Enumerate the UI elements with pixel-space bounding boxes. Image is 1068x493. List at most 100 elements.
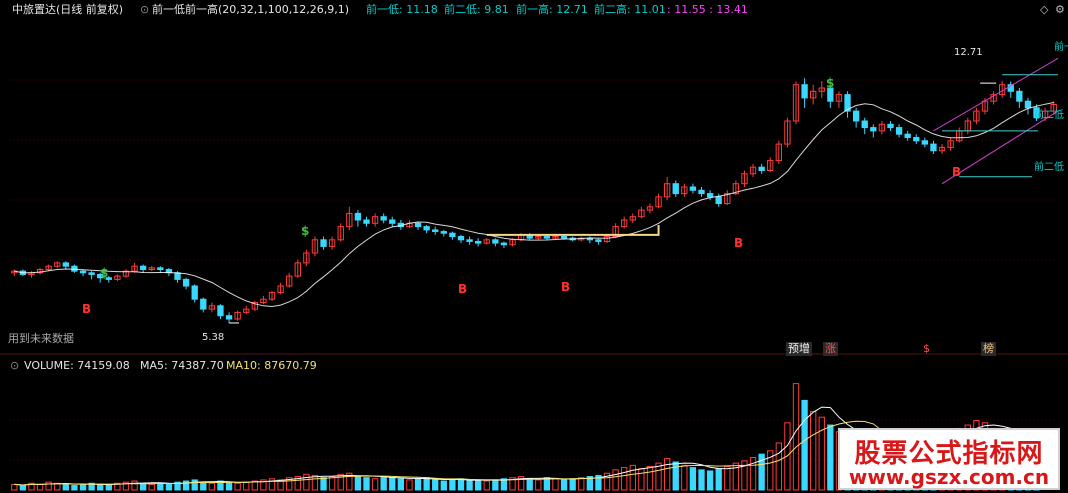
volume-bar (311, 474, 319, 491)
candle-body (217, 305, 224, 317)
volume-bar (689, 467, 697, 491)
volume-bar (578, 477, 585, 491)
volume-bar (810, 411, 817, 491)
candle-body (363, 219, 370, 224)
candle-body (157, 267, 164, 271)
ma10-value: MA10: 87670.79 (226, 359, 317, 372)
ma5-value: MA5: 74387.70 (140, 359, 224, 372)
volume-bar (629, 464, 636, 491)
volume-bar (612, 469, 619, 491)
volume-bar (560, 479, 568, 491)
candle-body (79, 270, 87, 274)
volume-bar (432, 479, 439, 491)
volume-bar (827, 424, 834, 491)
volume-bar (200, 481, 207, 491)
candle-body (930, 143, 937, 152)
volume-bar (663, 458, 671, 491)
volume-bar (698, 469, 705, 491)
volume-bar (225, 481, 233, 491)
candle-body (595, 239, 602, 242)
indicator-overlays (229, 57, 1059, 324)
volume-bar (552, 478, 559, 491)
price-chart[interactable] (0, 0, 1068, 493)
candle-body (543, 236, 551, 239)
volume-bar (36, 483, 44, 491)
candle-body (921, 140, 929, 145)
buy-signal: B (561, 280, 571, 294)
candle-body (904, 133, 911, 138)
candle-body (466, 239, 473, 242)
sell-signal: $ (301, 224, 310, 238)
volume-bar (715, 468, 722, 491)
candle-body (440, 231, 447, 234)
volume-bar (328, 476, 336, 491)
volume-bar (131, 480, 138, 491)
candle-body (139, 265, 147, 271)
volume-bar (371, 478, 379, 491)
volume-bar (157, 482, 164, 491)
volume-bar (792, 383, 800, 491)
candle-body (475, 240, 482, 244)
candle-body (706, 193, 714, 198)
candle-body (225, 315, 233, 320)
volume-bar (775, 442, 782, 491)
volume-header: ⊙ VOLUME: 74159.08 MA5: 74387.70 MA10: 8… (0, 357, 1068, 375)
volume-bar (466, 480, 473, 491)
volume-bar (62, 483, 69, 491)
candle-body (560, 236, 568, 239)
candle-body (380, 216, 387, 221)
future-data-label: 用到未来数据 (8, 332, 74, 345)
volume-bar (440, 480, 447, 491)
volume-bar (71, 485, 78, 491)
candle-body (432, 229, 439, 233)
volume-bar (139, 482, 147, 491)
volume-bar (724, 465, 731, 491)
event-badge-forecast[interactable]: 预增 (786, 342, 812, 356)
volume-bar (243, 481, 250, 491)
line-label-prev2-low-b: 前二低 (1034, 162, 1064, 173)
sell-signal: $ (100, 266, 109, 280)
watermark-url: www.gszx.com.cn (848, 465, 1050, 489)
event-badge-rise[interactable]: 涨 (823, 342, 838, 356)
candle-body (62, 262, 69, 267)
event-badge-dollar[interactable]: $ (921, 342, 932, 356)
candle-body (758, 166, 765, 171)
line-label-prev1: 前一 (1054, 42, 1068, 53)
volume-bar (148, 483, 155, 491)
volume-bar (208, 482, 216, 491)
volume-bar (449, 479, 456, 491)
volume-bar (457, 478, 465, 491)
candle-body (449, 232, 456, 237)
volume-value: VOLUME: 74159.08 (24, 359, 130, 372)
volume-bar (801, 399, 808, 491)
volume-bar (414, 478, 422, 491)
volume-bar (320, 477, 327, 491)
volume-bar (569, 478, 576, 491)
event-badge-rank[interactable]: 榜 (981, 342, 996, 356)
high-price-label: 12.71 (954, 47, 983, 58)
buy-signal: B (952, 165, 962, 179)
volume-bar (363, 477, 370, 491)
volume-bar (423, 477, 430, 491)
volume-bar (535, 479, 542, 491)
buy-signal: B (458, 282, 468, 296)
candle-body (174, 272, 181, 280)
candle-body (457, 236, 465, 241)
volume-bar (621, 467, 628, 491)
volume-bar (526, 478, 533, 491)
candle-body (423, 226, 430, 231)
volume-bar (646, 465, 654, 491)
volume-bar (45, 481, 52, 491)
volume-bar (354, 476, 362, 491)
volume-bar (818, 416, 825, 491)
volume-bar (19, 485, 27, 491)
sell-signal: $ (826, 76, 835, 90)
buy-signal: B (734, 236, 744, 250)
candle-body (414, 222, 422, 228)
candle-body (698, 189, 705, 195)
volume-bar (105, 485, 112, 491)
volume-menu-icon[interactable]: ⊙ (10, 357, 19, 375)
volume-bar (303, 473, 310, 491)
candlestick-series (11, 78, 1057, 323)
candle-body (200, 298, 207, 310)
